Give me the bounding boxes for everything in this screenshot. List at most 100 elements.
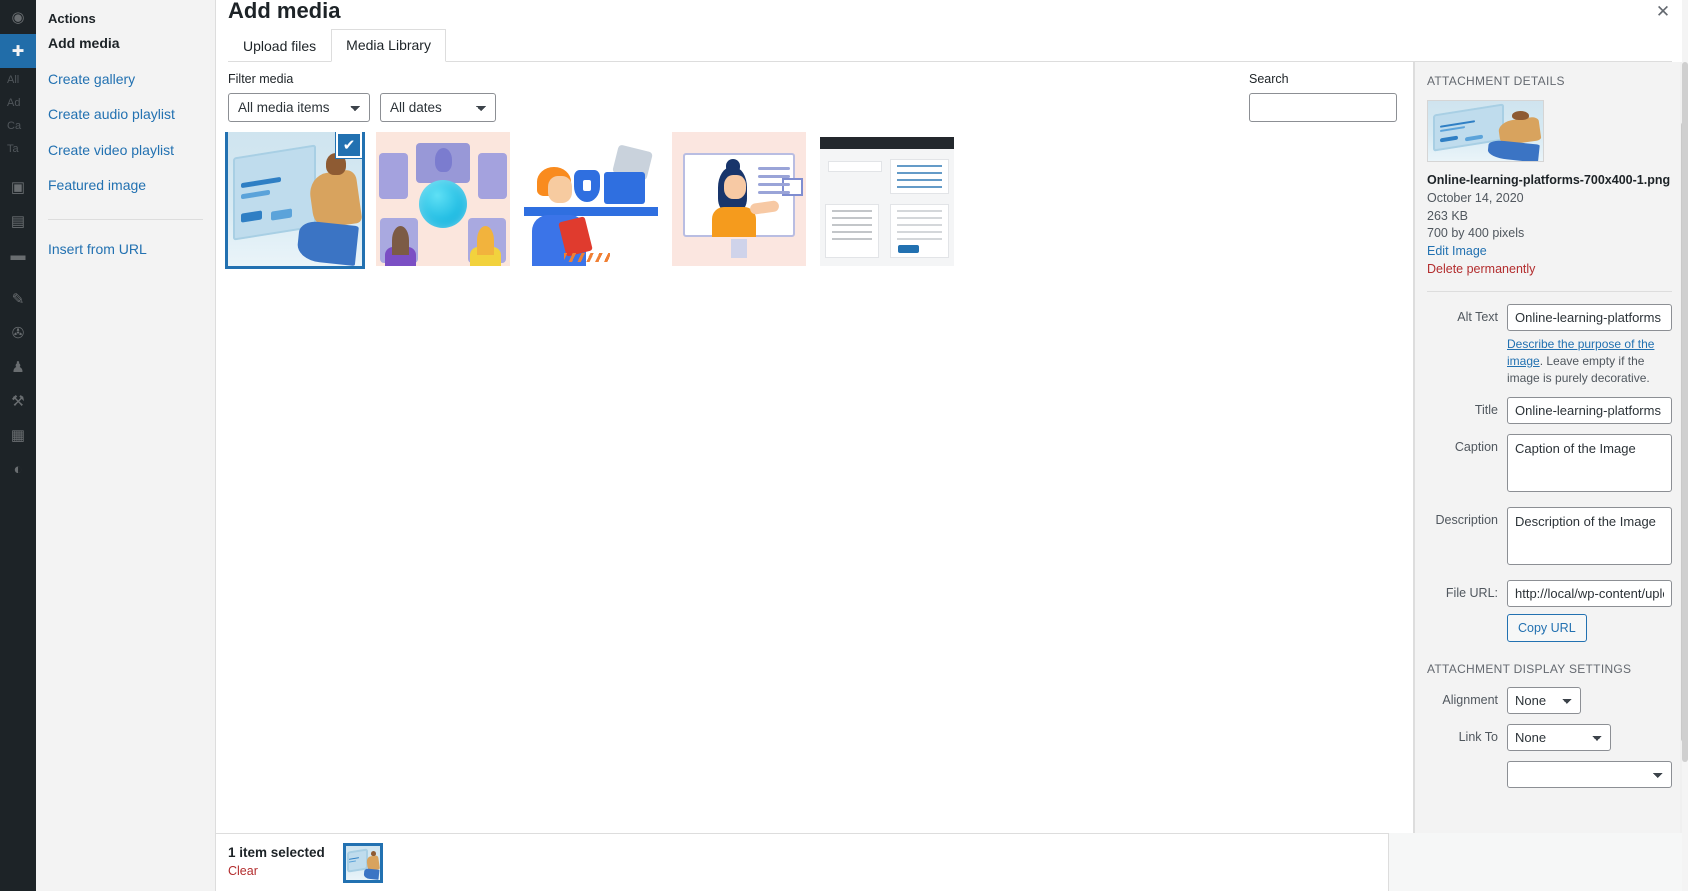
title-label: Title [1427, 397, 1507, 418]
menu-item-create-audio-playlist[interactable]: Create audio playlist [36, 97, 215, 133]
rail-subitem-add[interactable]: Ad [0, 91, 36, 114]
add-media-modal: Actions Add media Create gallery Create … [36, 0, 1688, 891]
alignment-row: Alignment None [1427, 687, 1672, 714]
search-input[interactable] [1249, 93, 1397, 122]
menu-item-featured-image[interactable]: Featured image [36, 168, 215, 204]
tools-wrench-icon[interactable]: ⚒ [0, 384, 36, 418]
menu-item-add-media[interactable]: Add media [36, 26, 215, 62]
menu-divider [48, 219, 203, 220]
admin-screenshot-illustration [820, 132, 954, 266]
sidebar-divider [1427, 291, 1672, 292]
size-label [1427, 761, 1507, 766]
appearance-brush-icon[interactable]: ✎ [0, 282, 36, 316]
attachment-display-settings-heading: ATTACHMENT DISPLAY SETTINGS [1427, 662, 1672, 676]
size-select[interactable] [1507, 761, 1672, 788]
media-type-filter-select[interactable]: All media items [228, 93, 370, 122]
alt-text-label: Alt Text [1427, 304, 1507, 325]
posts-pin-icon[interactable]: ✚ [0, 34, 36, 68]
admin-sidebar-rail: ◉ ✚ All Ad Ca Ta ▣ ▤ ▬ ✎ ✇ ♟ ⚒ ▦ ◐ [0, 0, 36, 891]
page-title: Add media [228, 0, 1672, 32]
menu-item-insert-from-url[interactable]: Insert from URL [36, 232, 215, 268]
file-url-label: File URL: [1427, 580, 1507, 601]
description-field[interactable]: Description of the Image [1507, 507, 1672, 565]
attachment-thumbnail [820, 132, 954, 266]
attachment-thumbnail [376, 132, 510, 266]
media-frame-body: Filter media All media items All dates S… [216, 62, 1688, 833]
attachment-webinar-presenter[interactable]: ✔ [672, 132, 806, 266]
attachment-date: October 14, 2020 [1427, 190, 1672, 208]
link-to-label: Link To [1427, 724, 1507, 745]
rail-spacer-2 [0, 272, 36, 282]
media-footer-toolbar: 1 item selected Clear Insert into post [216, 833, 1688, 891]
attachment-payment-security[interactable]: ✔ [524, 132, 658, 266]
media-toolbar: Filter media All media items All dates S… [216, 62, 1413, 132]
file-url-field[interactable] [1507, 580, 1672, 607]
media-frame-header: Add media ✕ Upload files Media Library [216, 0, 1688, 62]
attachment-filesize: 263 KB [1427, 208, 1672, 226]
search-label: Search [1249, 72, 1289, 86]
link-to-row: Link To None [1427, 724, 1672, 751]
filter-selects: All media items All dates [228, 93, 496, 122]
attachment-details-sidebar: ATTACHMENT DETAILS Online-learning-platf… [1414, 62, 1688, 833]
alignment-select[interactable]: None [1507, 687, 1581, 714]
attachment-online-learning-platforms[interactable]: ✔ [228, 132, 362, 266]
comments-icon[interactable]: ▬ [0, 238, 36, 272]
attachment-dimensions: 700 by 400 pixels [1427, 225, 1672, 243]
alt-text-field[interactable] [1507, 304, 1672, 331]
attachment-thumbnail [672, 132, 806, 266]
rail-subitem-tags[interactable]: Ta [0, 137, 36, 160]
title-row: Title [1427, 397, 1672, 424]
attachments-grid: ✔ ✔ [216, 132, 1413, 833]
title-field[interactable] [1507, 397, 1672, 424]
menu-item-create-video-playlist[interactable]: Create video playlist [36, 133, 215, 169]
selected-item-thumbnail[interactable] [343, 843, 383, 883]
rail-subitem-all[interactable]: All [0, 68, 36, 91]
close-icon[interactable]: ✕ [1650, 0, 1676, 24]
media-router-tabs: Upload files Media Library [228, 32, 1672, 62]
file-url-row: File URL: Copy URL [1427, 580, 1672, 643]
selection-info: 1 item selected Clear [228, 845, 325, 880]
pages-icon[interactable]: ▤ [0, 204, 36, 238]
plugins-plug-icon[interactable]: ✇ [0, 316, 36, 350]
rail-subitem-categories[interactable]: Ca [0, 114, 36, 137]
alignment-label: Alignment [1427, 687, 1507, 708]
selected-count-label: 1 item selected [228, 845, 325, 862]
settings-gear-icon[interactable]: ▦ [0, 418, 36, 452]
description-row: Description Description of the Image [1427, 507, 1672, 570]
attachment-filename: Online-learning-platforms-700x400-1.png [1427, 172, 1672, 190]
users-icon[interactable]: ♟ [0, 350, 36, 384]
collapse-menu-icon[interactable]: ◐ [0, 452, 36, 486]
tab-upload-files[interactable]: Upload files [228, 30, 331, 62]
edit-image-link[interactable]: Edit Image [1427, 243, 1487, 261]
clear-selection-link[interactable]: Clear [228, 864, 325, 880]
copy-url-button[interactable]: Copy URL [1507, 614, 1587, 643]
caption-row: Caption Caption of the Image [1427, 434, 1672, 497]
alt-text-row: Alt Text Describe the purpose of the ima… [1427, 304, 1672, 387]
modal-scrollbar[interactable] [1682, 0, 1688, 891]
attachment-preview-thumbnail [1427, 100, 1544, 162]
selected-check-icon[interactable]: ✔ [336, 132, 362, 158]
filter-media-label: Filter media [228, 72, 496, 86]
virtual-classroom-illustration [376, 132, 510, 266]
caption-field[interactable]: Caption of the Image [1507, 434, 1672, 492]
dashboard-icon[interactable]: ◉ [0, 0, 36, 34]
description-label: Description [1427, 507, 1507, 528]
tab-media-library[interactable]: Media Library [331, 29, 446, 62]
rail-spacer [0, 160, 36, 170]
alt-text-help: Describe the purpose of the image. Leave… [1507, 336, 1672, 387]
online-learning-illustration-preview [1428, 101, 1543, 161]
modal-scrollbar-thumb[interactable] [1682, 62, 1688, 762]
delete-permanently-link[interactable]: Delete permanently [1427, 261, 1535, 279]
webinar-presenter-illustration [672, 132, 806, 266]
attachment-thumbnail [524, 132, 658, 266]
attachment-details-heading: ATTACHMENT DETAILS [1427, 74, 1672, 88]
menu-item-create-gallery[interactable]: Create gallery [36, 62, 215, 98]
media-camera-icon[interactable]: ▣ [0, 170, 36, 204]
media-date-filter-select[interactable]: All dates [380, 93, 496, 122]
payment-security-illustration [524, 132, 658, 266]
link-to-select[interactable]: None [1507, 724, 1611, 751]
attachment-admin-screenshot[interactable]: ✔ [820, 132, 954, 266]
media-frame: Add media ✕ Upload files Media Library F… [216, 0, 1688, 891]
media-menu-pane: Actions Add media Create gallery Create … [36, 0, 216, 891]
attachment-virtual-classroom[interactable]: ✔ [376, 132, 510, 266]
